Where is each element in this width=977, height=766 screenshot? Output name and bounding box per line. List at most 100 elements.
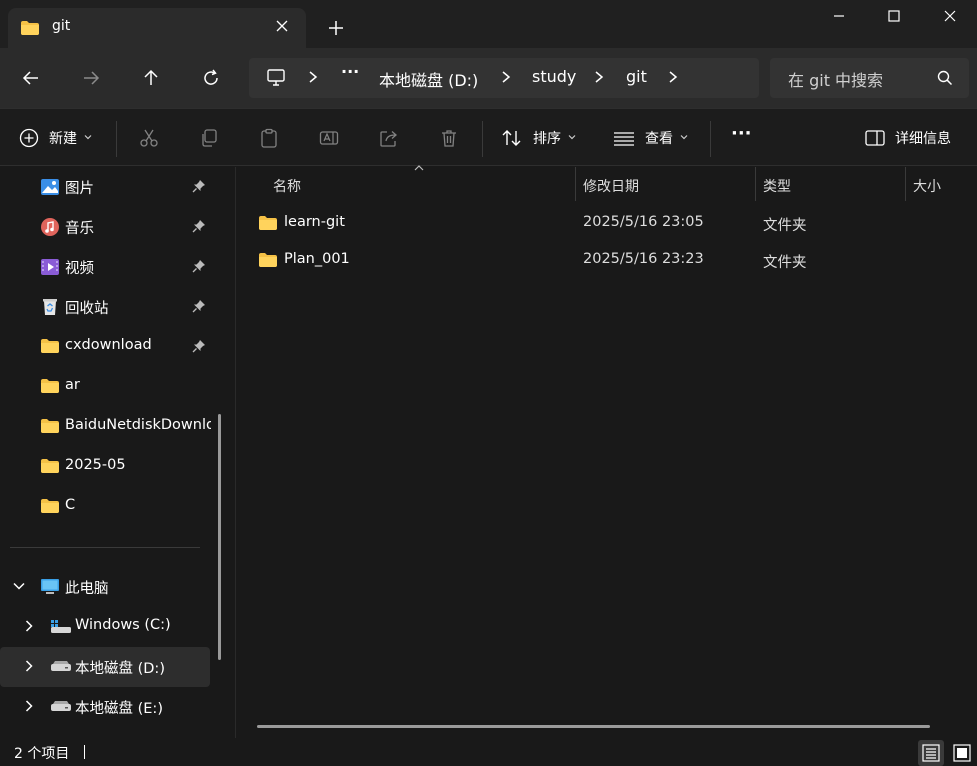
sidebar-scrollbar[interactable] bbox=[218, 414, 221, 660]
file-list: 名称 修改日期 类型 大小 learn-git 2025/5/16 23:05 … bbox=[236, 165, 977, 738]
chevron-right-icon[interactable] bbox=[667, 69, 679, 89]
details-view-icon[interactable] bbox=[918, 740, 944, 766]
address-bar[interactable]: ··· 本地磁盘 (D:) study git bbox=[249, 58, 759, 98]
new-tab-icon[interactable] bbox=[326, 18, 346, 38]
sidebar-item-drive-e[interactable]: 本地磁盘 (E:) bbox=[0, 687, 210, 727]
share-button[interactable] bbox=[379, 128, 399, 148]
sidebar-item-label: 音乐 bbox=[65, 221, 94, 237]
chevron-down-icon[interactable] bbox=[12, 579, 26, 597]
sidebar-item-2025-05[interactable]: 2025-05 bbox=[0, 447, 210, 487]
column-header-type[interactable]: 类型 bbox=[756, 167, 905, 201]
forward-arrow-icon[interactable] bbox=[79, 66, 103, 90]
breadcrumb-git[interactable]: git bbox=[626, 67, 647, 86]
tab-git[interactable]: git bbox=[8, 8, 306, 48]
new-label: 新建 bbox=[49, 131, 77, 147]
breadcrumb-drive-d[interactable]: 本地磁盘 (D:) bbox=[379, 67, 478, 91]
drive-icon bbox=[50, 697, 71, 717]
pin-icon[interactable] bbox=[192, 299, 206, 317]
sidebar-item-label: 2025-05 bbox=[65, 457, 126, 473]
chevron-right-icon[interactable] bbox=[307, 69, 319, 89]
column-header-size[interactable]: 大小 bbox=[906, 167, 977, 201]
copy-button[interactable] bbox=[199, 128, 219, 148]
folder-icon bbox=[40, 337, 60, 357]
delete-button[interactable] bbox=[439, 128, 459, 148]
cut-button[interactable] bbox=[139, 128, 159, 148]
sidebar-item-drive-d[interactable]: 本地磁盘 (D:) bbox=[0, 647, 210, 687]
sidebar-item-baidunetdiskdownload[interactable]: BaiduNetdiskDownload bbox=[0, 407, 211, 447]
chevron-right-icon[interactable] bbox=[22, 699, 36, 717]
pin-icon[interactable] bbox=[192, 179, 206, 197]
chevron-down-icon bbox=[567, 132, 577, 145]
pictures-icon bbox=[40, 177, 60, 197]
more-options-button[interactable]: ··· bbox=[731, 123, 752, 144]
sidebar-item-music[interactable]: 音乐 bbox=[0, 207, 210, 247]
up-arrow-icon[interactable] bbox=[139, 66, 163, 90]
folder-icon bbox=[40, 497, 60, 517]
sidebar-item-drive-c[interactable]: Windows (C:) bbox=[0, 607, 210, 647]
toolbar-divider bbox=[482, 121, 483, 157]
sidebar-item-label: ar bbox=[65, 377, 80, 393]
close-tab-icon[interactable] bbox=[274, 18, 290, 34]
details-pane-button[interactable]: 详细信息 bbox=[865, 128, 951, 148]
chevron-right-icon[interactable] bbox=[593, 69, 605, 89]
folder-icon bbox=[20, 20, 40, 40]
videos-icon bbox=[40, 257, 60, 277]
file-name: Plan_001 bbox=[284, 251, 350, 267]
sidebar-item-ar[interactable]: ar bbox=[0, 367, 210, 407]
search-box[interactable]: 在 git 中搜索 bbox=[770, 58, 969, 98]
column-modified-label: 修改日期 bbox=[583, 179, 639, 195]
sort-label: 排序 bbox=[533, 131, 561, 147]
sidebar-item-label: 本地磁盘 (E:) bbox=[75, 701, 163, 717]
column-header-modified[interactable]: 修改日期 bbox=[576, 167, 755, 201]
table-row[interactable]: learn-git 2025/5/16 23:05 文件夹 bbox=[236, 205, 977, 241]
column-name-label: 名称 bbox=[273, 179, 301, 195]
chevron-down-icon bbox=[83, 132, 93, 145]
table-row[interactable]: Plan_001 2025/5/16 23:23 文件夹 bbox=[236, 242, 977, 278]
tab-title: git bbox=[52, 18, 71, 34]
pin-icon[interactable] bbox=[192, 339, 206, 357]
minimize-icon[interactable] bbox=[812, 0, 866, 32]
navigation-bar: ··· 本地磁盘 (D:) study git 在 git 中搜索 bbox=[0, 48, 977, 108]
status-bar: 2 个项目 bbox=[0, 738, 977, 766]
clipboard-icon bbox=[261, 128, 277, 148]
new-button[interactable]: 新建 bbox=[19, 128, 93, 148]
sidebar-item-label: C bbox=[65, 497, 76, 513]
refresh-icon[interactable] bbox=[199, 66, 223, 90]
breadcrumb-study[interactable]: study bbox=[532, 67, 576, 86]
pin-icon[interactable] bbox=[192, 259, 206, 277]
chevron-right-icon[interactable] bbox=[22, 619, 36, 637]
sidebar-item-c[interactable]: C bbox=[0, 487, 210, 527]
toolbar-divider bbox=[710, 121, 711, 157]
rename-button[interactable] bbox=[319, 128, 339, 148]
folder-icon bbox=[40, 457, 60, 477]
plus-circle-icon bbox=[19, 128, 39, 148]
chevron-right-icon[interactable] bbox=[500, 69, 512, 89]
sidebar-item-this-pc[interactable]: 此电脑 bbox=[0, 567, 210, 607]
file-type: 文件夹 bbox=[763, 218, 807, 234]
sidebar-item-pictures[interactable]: 图片 bbox=[0, 167, 210, 207]
pin-icon[interactable] bbox=[192, 219, 206, 237]
sidebar-item-label: 此电脑 bbox=[65, 581, 109, 597]
search-placeholder[interactable]: 在 git 中搜索 bbox=[788, 67, 883, 91]
file-modified: 2025/5/16 23:23 bbox=[583, 251, 704, 267]
computer-icon[interactable] bbox=[266, 68, 286, 92]
back-arrow-icon[interactable] bbox=[19, 66, 43, 90]
view-button[interactable]: 查看 bbox=[613, 128, 689, 148]
sidebar-item-recycle-bin[interactable]: 回收站 bbox=[0, 287, 210, 327]
sidebar-item-label: BaiduNetdiskDownload bbox=[65, 417, 211, 433]
maximize-icon[interactable] bbox=[867, 0, 921, 32]
sort-button[interactable]: 排序 bbox=[501, 128, 577, 148]
chevron-right-icon[interactable] bbox=[22, 659, 36, 677]
close-window-icon[interactable] bbox=[923, 0, 977, 32]
navigation-pane: 图片 音乐 视频 回收站 cxdownload ar BaiduNetdiskD… bbox=[0, 167, 230, 738]
search-icon[interactable] bbox=[937, 70, 953, 90]
sidebar-item-cxdownload[interactable]: cxdownload bbox=[0, 327, 210, 367]
horizontal-scrollbar[interactable] bbox=[257, 725, 930, 728]
paste-button[interactable] bbox=[259, 128, 279, 148]
tiles-view-icon[interactable] bbox=[949, 740, 975, 766]
file-name: learn-git bbox=[284, 214, 345, 230]
sidebar-item-videos[interactable]: 视频 bbox=[0, 247, 210, 287]
breadcrumb-ellipsis[interactable]: ··· bbox=[341, 62, 359, 81]
folder-icon bbox=[258, 252, 278, 272]
column-header-name[interactable]: 名称 bbox=[236, 165, 576, 201]
